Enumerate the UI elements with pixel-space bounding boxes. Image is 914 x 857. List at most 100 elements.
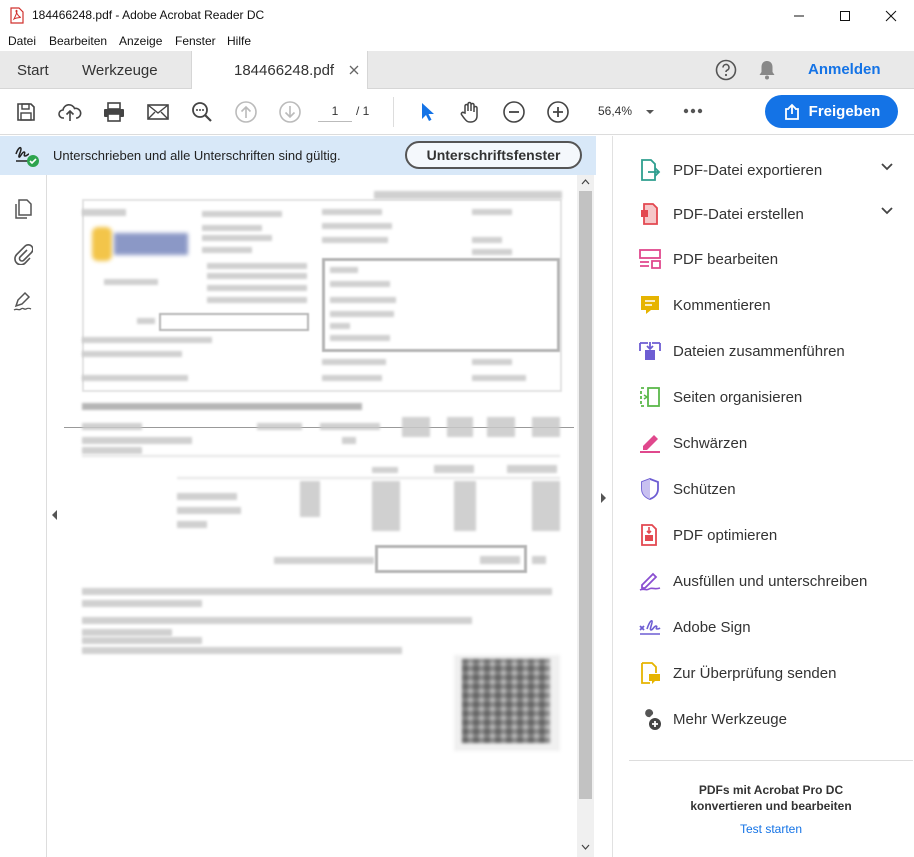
more-tools-icon: [637, 706, 663, 732]
maximize-icon: [840, 10, 850, 21]
comment-icon: [637, 292, 663, 318]
tool-combine-files[interactable]: Dateien zusammenführen: [629, 334, 914, 368]
collapse-tools-pane-arrow[interactable]: [596, 488, 610, 508]
hand-tool-button[interactable]: [457, 99, 483, 125]
tool-comment[interactable]: Kommentieren: [629, 288, 914, 322]
qr-code: [454, 655, 560, 751]
envelope-icon: [147, 104, 169, 120]
menu-view[interactable]: Anzeige: [119, 34, 162, 48]
hand-icon: [460, 101, 478, 123]
share-button-label: Freigeben: [808, 103, 881, 120]
tool-create-pdf[interactable]: PDF-Datei erstellen: [629, 197, 914, 231]
minimize-button[interactable]: [776, 0, 822, 31]
protect-icon: [637, 476, 663, 502]
combine-files-icon: [637, 338, 663, 364]
tool-label: Schwärzen: [673, 434, 748, 452]
menu-file[interactable]: Datei: [8, 34, 36, 48]
promo-line-1: PDFs mit Acrobat Pro DC: [698, 783, 844, 797]
zoom-out-button[interactable]: [501, 99, 527, 125]
signatures-button[interactable]: [11, 289, 35, 313]
create-pdf-icon: [637, 201, 663, 227]
sign-in-link[interactable]: Anmelden: [808, 61, 881, 78]
title-bar: 184466248.pdf - Adobe Acrobat Reader DC: [0, 0, 914, 31]
tool-optimize-pdf[interactable]: PDF optimieren: [629, 518, 914, 552]
acrobat-icon: [10, 7, 24, 24]
save-icon: [17, 103, 35, 121]
tool-send-review[interactable]: Zur Überprüfung senden: [629, 656, 914, 690]
upload-button[interactable]: [57, 99, 83, 125]
start-trial-link[interactable]: Test starten: [629, 822, 913, 836]
edit-pdf-icon: [637, 246, 663, 272]
zoom-level[interactable]: 56,4%: [598, 104, 632, 118]
attachments-button[interactable]: [11, 242, 35, 266]
tool-fill-sign[interactable]: Ausfüllen und unterschreiben: [629, 564, 914, 598]
help-icon[interactable]: [715, 59, 737, 81]
chevron-down-icon[interactable]: [881, 163, 893, 171]
redact-icon: [637, 430, 663, 456]
cursor-arrow-icon: [422, 103, 434, 121]
more-icon[interactable]: [683, 108, 703, 114]
toolbar-divider: [393, 97, 394, 127]
export-pdf-icon: [637, 157, 663, 183]
share-button[interactable]: Freigeben: [765, 95, 898, 128]
arrow-up-icon: [235, 101, 257, 123]
promo-line-2: konvertieren und bearbeiten: [690, 799, 852, 813]
tab-document[interactable]: 184466248.pdf: [191, 51, 368, 90]
save-button[interactable]: [13, 99, 39, 125]
tool-protect[interactable]: Schützen: [629, 472, 914, 506]
tool-redact[interactable]: Schwärzen: [629, 426, 914, 460]
pages-icon: [15, 199, 32, 219]
collapse-left-pane-arrow[interactable]: [48, 505, 62, 525]
arrow-down-icon: [279, 101, 301, 123]
tool-edit-pdf[interactable]: PDF bearbeiten: [629, 242, 914, 276]
tool-label: PDF-Datei exportieren: [673, 161, 823, 179]
maximize-button[interactable]: [822, 0, 868, 31]
plus-circle-icon: [547, 101, 569, 123]
find-button[interactable]: [189, 99, 215, 125]
scroll-down-arrow[interactable]: [581, 844, 590, 850]
tab-start[interactable]: Start: [17, 51, 49, 89]
optimize-pdf-icon: [637, 522, 663, 548]
menu-window[interactable]: Fenster: [175, 34, 216, 48]
left-navigation-pane: [0, 175, 47, 857]
next-page-button[interactable]: [277, 99, 303, 125]
close-icon[interactable]: [347, 63, 361, 77]
adobe-sign-icon: [637, 614, 663, 640]
vertical-scrollbar[interactable]: [577, 175, 594, 857]
page-thumbnails-button[interactable]: [11, 197, 35, 221]
tool-adobe-sign[interactable]: Adobe Sign: [629, 610, 914, 644]
scrollbar-thumb[interactable]: [579, 191, 592, 799]
tool-label: Schützen: [673, 480, 736, 498]
select-tool-button[interactable]: [414, 99, 440, 125]
tool-label: Zur Überprüfung senden: [673, 664, 837, 682]
print-button[interactable]: [101, 99, 127, 125]
document-view[interactable]: [62, 175, 576, 857]
tab-document-label: 184466248.pdf: [234, 62, 335, 79]
chevron-down-icon[interactable]: [881, 207, 893, 215]
tool-label: Ausfüllen und unterschreiben: [673, 572, 868, 590]
sender-logo: [92, 227, 112, 261]
paperclip-icon: [14, 243, 33, 265]
menu-help[interactable]: Hilfe: [227, 34, 251, 48]
tool-label: PDF-Datei erstellen: [673, 205, 804, 223]
chevron-down-icon[interactable]: [645, 109, 655, 115]
tab-bar: Start Werkzeuge 184466248.pdf Anmelden: [0, 51, 914, 90]
tool-export-pdf[interactable]: PDF-Datei exportieren: [629, 153, 914, 187]
menu-edit[interactable]: Bearbeiten: [49, 34, 107, 48]
tab-tools[interactable]: Werkzeuge: [82, 51, 158, 89]
close-button[interactable]: [868, 0, 914, 31]
signature-status-message: Unterschrieben und alle Unterschriften s…: [53, 148, 341, 163]
scroll-up-arrow[interactable]: [581, 179, 590, 185]
signature-panel-button[interactable]: Unterschriftsfenster: [405, 141, 582, 169]
email-button[interactable]: [145, 99, 171, 125]
page-number-input[interactable]: [318, 100, 352, 122]
zoom-in-button[interactable]: [545, 99, 571, 125]
tool-organize-pages[interactable]: Seiten organisieren: [629, 380, 914, 414]
cloud-upload-icon: [58, 104, 82, 121]
previous-page-button[interactable]: [233, 99, 259, 125]
signature-bar: Unterschrieben und alle Unterschriften s…: [0, 136, 596, 175]
bell-icon[interactable]: [757, 59, 777, 81]
close-icon: [885, 10, 897, 21]
tool-more-tools[interactable]: Mehr Werkzeuge: [629, 702, 914, 736]
tool-label: Dateien zusammenführen: [673, 342, 845, 360]
